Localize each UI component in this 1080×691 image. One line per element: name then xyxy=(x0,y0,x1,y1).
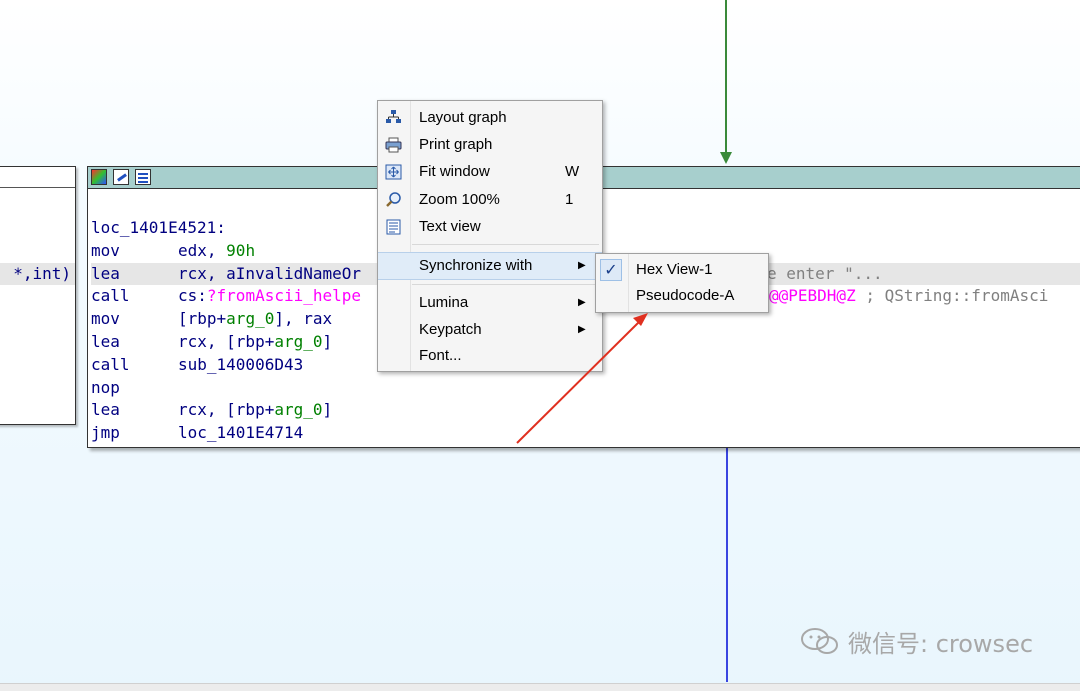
operand-part: rcx, [rbp+ xyxy=(178,331,275,351)
mnemonic: call xyxy=(91,354,130,374)
graph-edge-in xyxy=(725,0,727,158)
menu-item-text-view[interactable]: Text view xyxy=(378,214,602,240)
submenu-arrow-icon: ▶ xyxy=(578,324,586,335)
menu-item-keypatch[interactable]: Keypatch ▶ xyxy=(378,317,602,343)
operand-part: 90h xyxy=(226,240,256,260)
submenu-arrow-icon: ▶ xyxy=(578,260,586,271)
graph-edge-out xyxy=(726,447,728,682)
mnemonic: lea xyxy=(91,263,120,283)
status-bar xyxy=(0,683,1080,691)
code-line[interactable]: jmp loc_1401E4714 xyxy=(91,422,1080,445)
menu-item-font[interactable]: Font... xyxy=(378,343,602,369)
menu-item-synchronize-with[interactable]: Synchronize with ▶ xyxy=(378,252,602,280)
operand-part: rcx, [rbp+ xyxy=(178,400,275,420)
submenu-item-hex-view[interactable]: ✓ Hex View-1 xyxy=(596,257,768,283)
trail-part: @@PEBDH@Z xyxy=(769,286,856,306)
operand-part: ] xyxy=(322,400,333,420)
text-view-icon xyxy=(385,219,402,235)
menu-item-layout-graph[interactable]: Layout graph xyxy=(378,105,602,131)
menu-separator xyxy=(412,284,599,285)
color-palette-icon[interactable] xyxy=(91,169,107,185)
wechat-icon xyxy=(801,628,838,654)
edit-node-icon[interactable] xyxy=(113,169,129,185)
graph-edge-arrowhead xyxy=(720,152,732,164)
code-line[interactable]: lea rcx, [rbp+arg_0] xyxy=(91,399,1080,422)
menu-item-lumina[interactable]: Lumina ▶ xyxy=(378,290,602,316)
operand-part: loc_1401E4714 xyxy=(178,423,304,443)
mnemonic: call xyxy=(91,286,130,306)
operand: [rbp+arg_0], rax xyxy=(178,308,332,331)
operand: edx, 90h xyxy=(178,240,255,263)
operand: cs:?fromAscii_helpe xyxy=(178,285,361,308)
group-nodes-icon[interactable] xyxy=(135,169,151,185)
operand: rcx, [rbp+arg_0] xyxy=(178,331,332,354)
operand-part: arg_0 xyxy=(274,331,323,351)
menu-separator xyxy=(412,244,599,245)
operand-part: arg_0 xyxy=(274,400,323,420)
graph-node-left[interactable]: *,int) xyxy=(0,166,76,425)
checkmark-icon: ✓ xyxy=(600,259,622,281)
trail-part: ; QString::fromAsci xyxy=(855,286,1049,306)
operand-part: rcx, aInvalidNameOr xyxy=(178,263,362,283)
mnemonic: lea xyxy=(91,400,120,420)
operand-part: edx, xyxy=(178,240,227,260)
watermark-text: 微信号: crowsec xyxy=(848,630,1034,658)
code-line[interactable]: nop xyxy=(91,377,1080,400)
mnemonic: mov xyxy=(91,309,120,329)
operand: rcx, [rbp+arg_0] xyxy=(178,399,332,422)
operand-part: ?fromAscii_helpe xyxy=(206,286,362,306)
comment-trail: e enter "... xyxy=(767,263,883,283)
menu-item-fit-window[interactable]: Fit window W xyxy=(378,159,602,185)
operand-part: ] xyxy=(322,331,333,351)
operand-part: ], rax xyxy=(274,309,333,329)
operand-part: arg_0 xyxy=(226,309,275,329)
node-header xyxy=(0,167,75,188)
synchronize-submenu: ✓ Hex View-1 Pseudocode-A xyxy=(595,253,769,313)
menu-item-zoom-100[interactable]: Zoom 100% 1 xyxy=(378,187,602,213)
menu-item-print-graph[interactable]: Print graph xyxy=(378,132,602,158)
context-menu: Layout graph Print graph Fit window W Zo… xyxy=(377,100,603,372)
operand-part: sub_140006D43 xyxy=(178,354,304,374)
operand: sub_140006D43 xyxy=(178,354,303,377)
operand: rcx, aInvalidNameOr xyxy=(178,263,361,286)
operand-part: cs: xyxy=(178,286,207,306)
operand-part: [rbp+ xyxy=(178,309,227,329)
submenu-arrow-icon: ▶ xyxy=(578,297,586,308)
submenu-item-pseudocode[interactable]: Pseudocode-A xyxy=(596,283,768,309)
zoom-icon xyxy=(385,192,402,208)
mnemonic: nop xyxy=(91,377,120,397)
operand: loc_1401E4714 xyxy=(178,422,303,445)
fit-window-icon xyxy=(385,164,402,180)
comment-trail: @@PEBDH@Z ; QString::fromAsci xyxy=(769,285,1048,308)
mnemonic: lea xyxy=(91,331,120,351)
printer-icon xyxy=(385,137,402,153)
node-text-fragment: *,int) xyxy=(13,264,71,283)
layout-graph-icon xyxy=(385,110,402,126)
mnemonic: mov xyxy=(91,240,120,260)
mnemonic: jmp xyxy=(91,423,120,443)
